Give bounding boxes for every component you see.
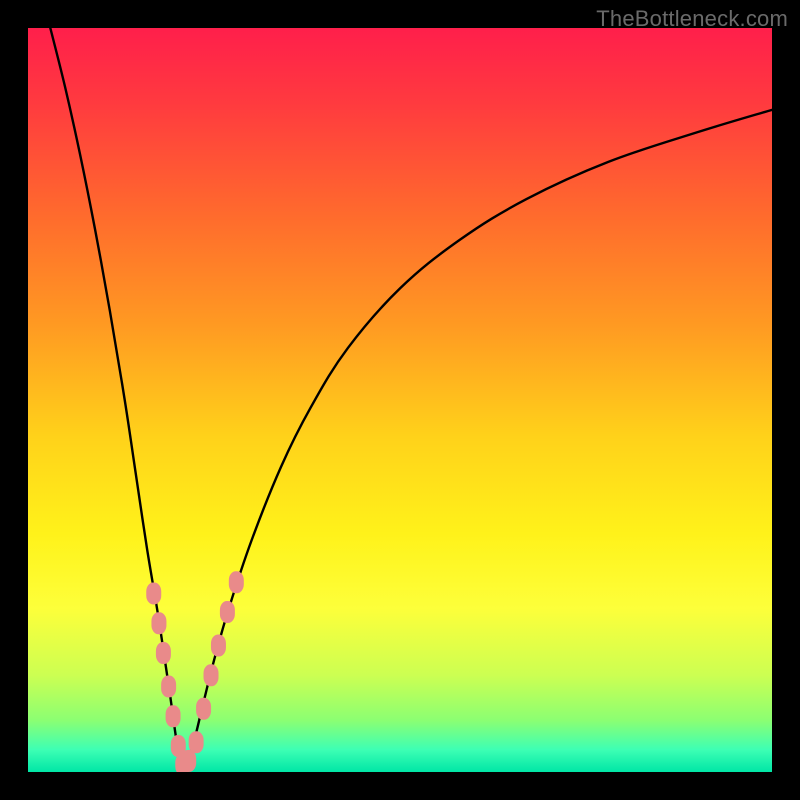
curve-marker [161,675,176,697]
curve-marker [189,731,204,753]
curve-markers [146,571,244,772]
chart-frame: TheBottleneck.com [0,0,800,800]
curve-marker [211,635,226,657]
curve-marker [156,642,171,664]
plot-area [28,28,772,772]
curve-marker [181,750,196,772]
curve-marker [204,664,219,686]
curve-marker [220,601,235,623]
curve-marker [229,571,244,593]
curve-marker [166,705,181,727]
curve-marker [146,582,161,604]
curve-marker [151,612,166,634]
curve-layer [28,28,772,772]
curve-marker [196,698,211,720]
